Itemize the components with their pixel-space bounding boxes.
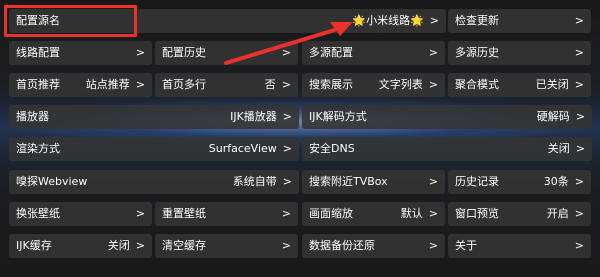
chevron-right-icon: > (428, 78, 438, 91)
setting-search-display[interactable]: 搜索展示 文字列表 > (302, 73, 445, 97)
player-label: 播放器 (16, 110, 49, 123)
chevron-right-icon: > (428, 207, 438, 220)
chevron-right-icon: > (135, 207, 145, 220)
sniff-webview-label: 嗅探Webview (16, 175, 88, 188)
ijk-cache-value: 关闭 (107, 239, 130, 252)
chevron-right-icon: > (574, 14, 584, 27)
chevron-right-icon: > (428, 239, 438, 252)
setting-config-history[interactable]: 配置历史 > (155, 41, 298, 65)
chevron-right-icon: > (282, 175, 292, 188)
chevron-right-icon: > (135, 78, 145, 91)
screen-zoom-label: 画面缩放 (309, 207, 353, 220)
data-backup-restore-label: 数据备份还原 (309, 239, 375, 252)
setting-ijk-decode-mode[interactable]: IJK解码方式 硬解码 > (302, 105, 592, 129)
setting-config-source-name[interactable]: 配置源名 🌟小米线路🌟 > (9, 9, 446, 33)
secure-dns-label: 安全DNS (309, 142, 355, 155)
setting-player[interactable]: 播放器 IJK播放器 > (9, 105, 299, 129)
chevron-right-icon: > (281, 46, 291, 59)
setting-multi-source-config[interactable]: 多源配置 > (302, 41, 445, 65)
multi-source-history-label: 多源历史 (455, 46, 499, 59)
aggregate-mode-label: 聚合模式 (455, 78, 499, 91)
config-history-label: 配置历史 (162, 46, 206, 59)
about-label: 关于 (455, 239, 477, 252)
setting-secure-dns[interactable]: 安全DNS 关闭 > (302, 137, 592, 161)
chevron-right-icon: > (281, 78, 291, 91)
ijk-decode-mode-label: IJK解码方式 (309, 110, 367, 123)
setting-screen-zoom[interactable]: 画面缩放 默认 > (302, 202, 445, 226)
home-recommend-label: 首页推荐 (16, 78, 60, 91)
home-multi-row-value: 否 (264, 78, 276, 91)
chevron-right-icon: > (135, 239, 145, 252)
chevron-right-icon: > (575, 110, 585, 123)
chevron-right-icon: > (429, 14, 439, 27)
config-source-name-label: 配置源名 (16, 14, 60, 27)
setting-clear-cache[interactable]: 清空缓存 > (155, 234, 298, 258)
setting-about[interactable]: 关于 > (448, 234, 591, 258)
chevron-right-icon: > (281, 239, 291, 252)
check-update-label: 检查更新 (455, 14, 499, 27)
chevron-right-icon: > (282, 142, 292, 155)
setting-reset-wallpaper[interactable]: 重置壁纸 > (155, 202, 298, 226)
setting-aggregate-mode[interactable]: 聚合模式 已关闭 > (448, 73, 591, 97)
multi-source-config-label: 多源配置 (309, 46, 353, 59)
setting-change-wallpaper[interactable]: 换张壁纸 > (9, 202, 152, 226)
setting-home-multi-row[interactable]: 首页多行 否 > (155, 73, 298, 97)
history-records-value: 30条 (543, 175, 569, 188)
change-wallpaper-label: 换张壁纸 (16, 207, 60, 220)
secure-dns-value: 关闭 (547, 142, 570, 155)
search-nearby-tvbox-label: 搜索附近TVBox (309, 175, 388, 188)
player-value: IJK播放器 (230, 110, 277, 123)
sniff-webview-value: 系统自带 (232, 175, 277, 188)
route-config-label: 线路配置 (16, 46, 60, 59)
chevron-right-icon: > (135, 46, 145, 59)
setting-search-nearby-tvbox[interactable]: 搜索附近TVBox > (302, 170, 445, 194)
setting-render-mode[interactable]: 渲染方式 SurfaceView > (9, 137, 299, 161)
setting-check-update[interactable]: 检查更新 > (448, 9, 591, 33)
setting-window-preview[interactable]: 窗口预览 开启 > (448, 202, 591, 226)
chevron-right-icon: > (428, 175, 438, 188)
chevron-right-icon: > (574, 46, 584, 59)
chevron-right-icon: > (428, 46, 438, 59)
screen-zoom-value: 默认 (400, 207, 423, 220)
home-recommend-value: 站点推荐 (85, 78, 130, 91)
setting-multi-source-history[interactable]: 多源历史 > (448, 41, 591, 65)
config-source-name-value: 🌟小米线路🌟 (352, 14, 424, 27)
render-mode-label: 渲染方式 (16, 142, 60, 155)
setting-ijk-cache[interactable]: IJK缓存 关闭 > (9, 234, 152, 258)
render-mode-value: SurfaceView (208, 142, 277, 155)
chevron-right-icon: > (574, 239, 584, 252)
window-preview-label: 窗口预览 (455, 207, 499, 220)
chevron-right-icon: > (574, 207, 584, 220)
chevron-right-icon: > (575, 142, 585, 155)
search-display-value: 文字列表 (378, 78, 423, 91)
chevron-right-icon: > (574, 78, 584, 91)
setting-sniff-webview[interactable]: 嗅探Webview 系统自带 > (9, 170, 299, 194)
chevron-right-icon: > (574, 175, 584, 188)
ijk-decode-mode-value: 硬解码 (536, 110, 570, 123)
home-multi-row-label: 首页多行 (162, 78, 206, 91)
setting-data-backup-restore[interactable]: 数据备份还原 > (302, 234, 445, 258)
search-display-label: 搜索展示 (309, 78, 353, 91)
ijk-cache-label: IJK缓存 (16, 239, 52, 252)
aggregate-mode-value: 已关闭 (535, 78, 569, 91)
setting-home-recommend[interactable]: 首页推荐 站点推荐 > (9, 73, 152, 97)
clear-cache-label: 清空缓存 (162, 239, 206, 252)
window-preview-value: 开启 (546, 207, 569, 220)
history-records-label: 历史记录 (455, 175, 499, 188)
reset-wallpaper-label: 重置壁纸 (162, 207, 206, 220)
chevron-right-icon: > (281, 207, 291, 220)
setting-history-records[interactable]: 历史记录 30条 > (448, 170, 591, 194)
setting-route-config[interactable]: 线路配置 > (9, 41, 152, 65)
chevron-right-icon: > (282, 110, 292, 123)
